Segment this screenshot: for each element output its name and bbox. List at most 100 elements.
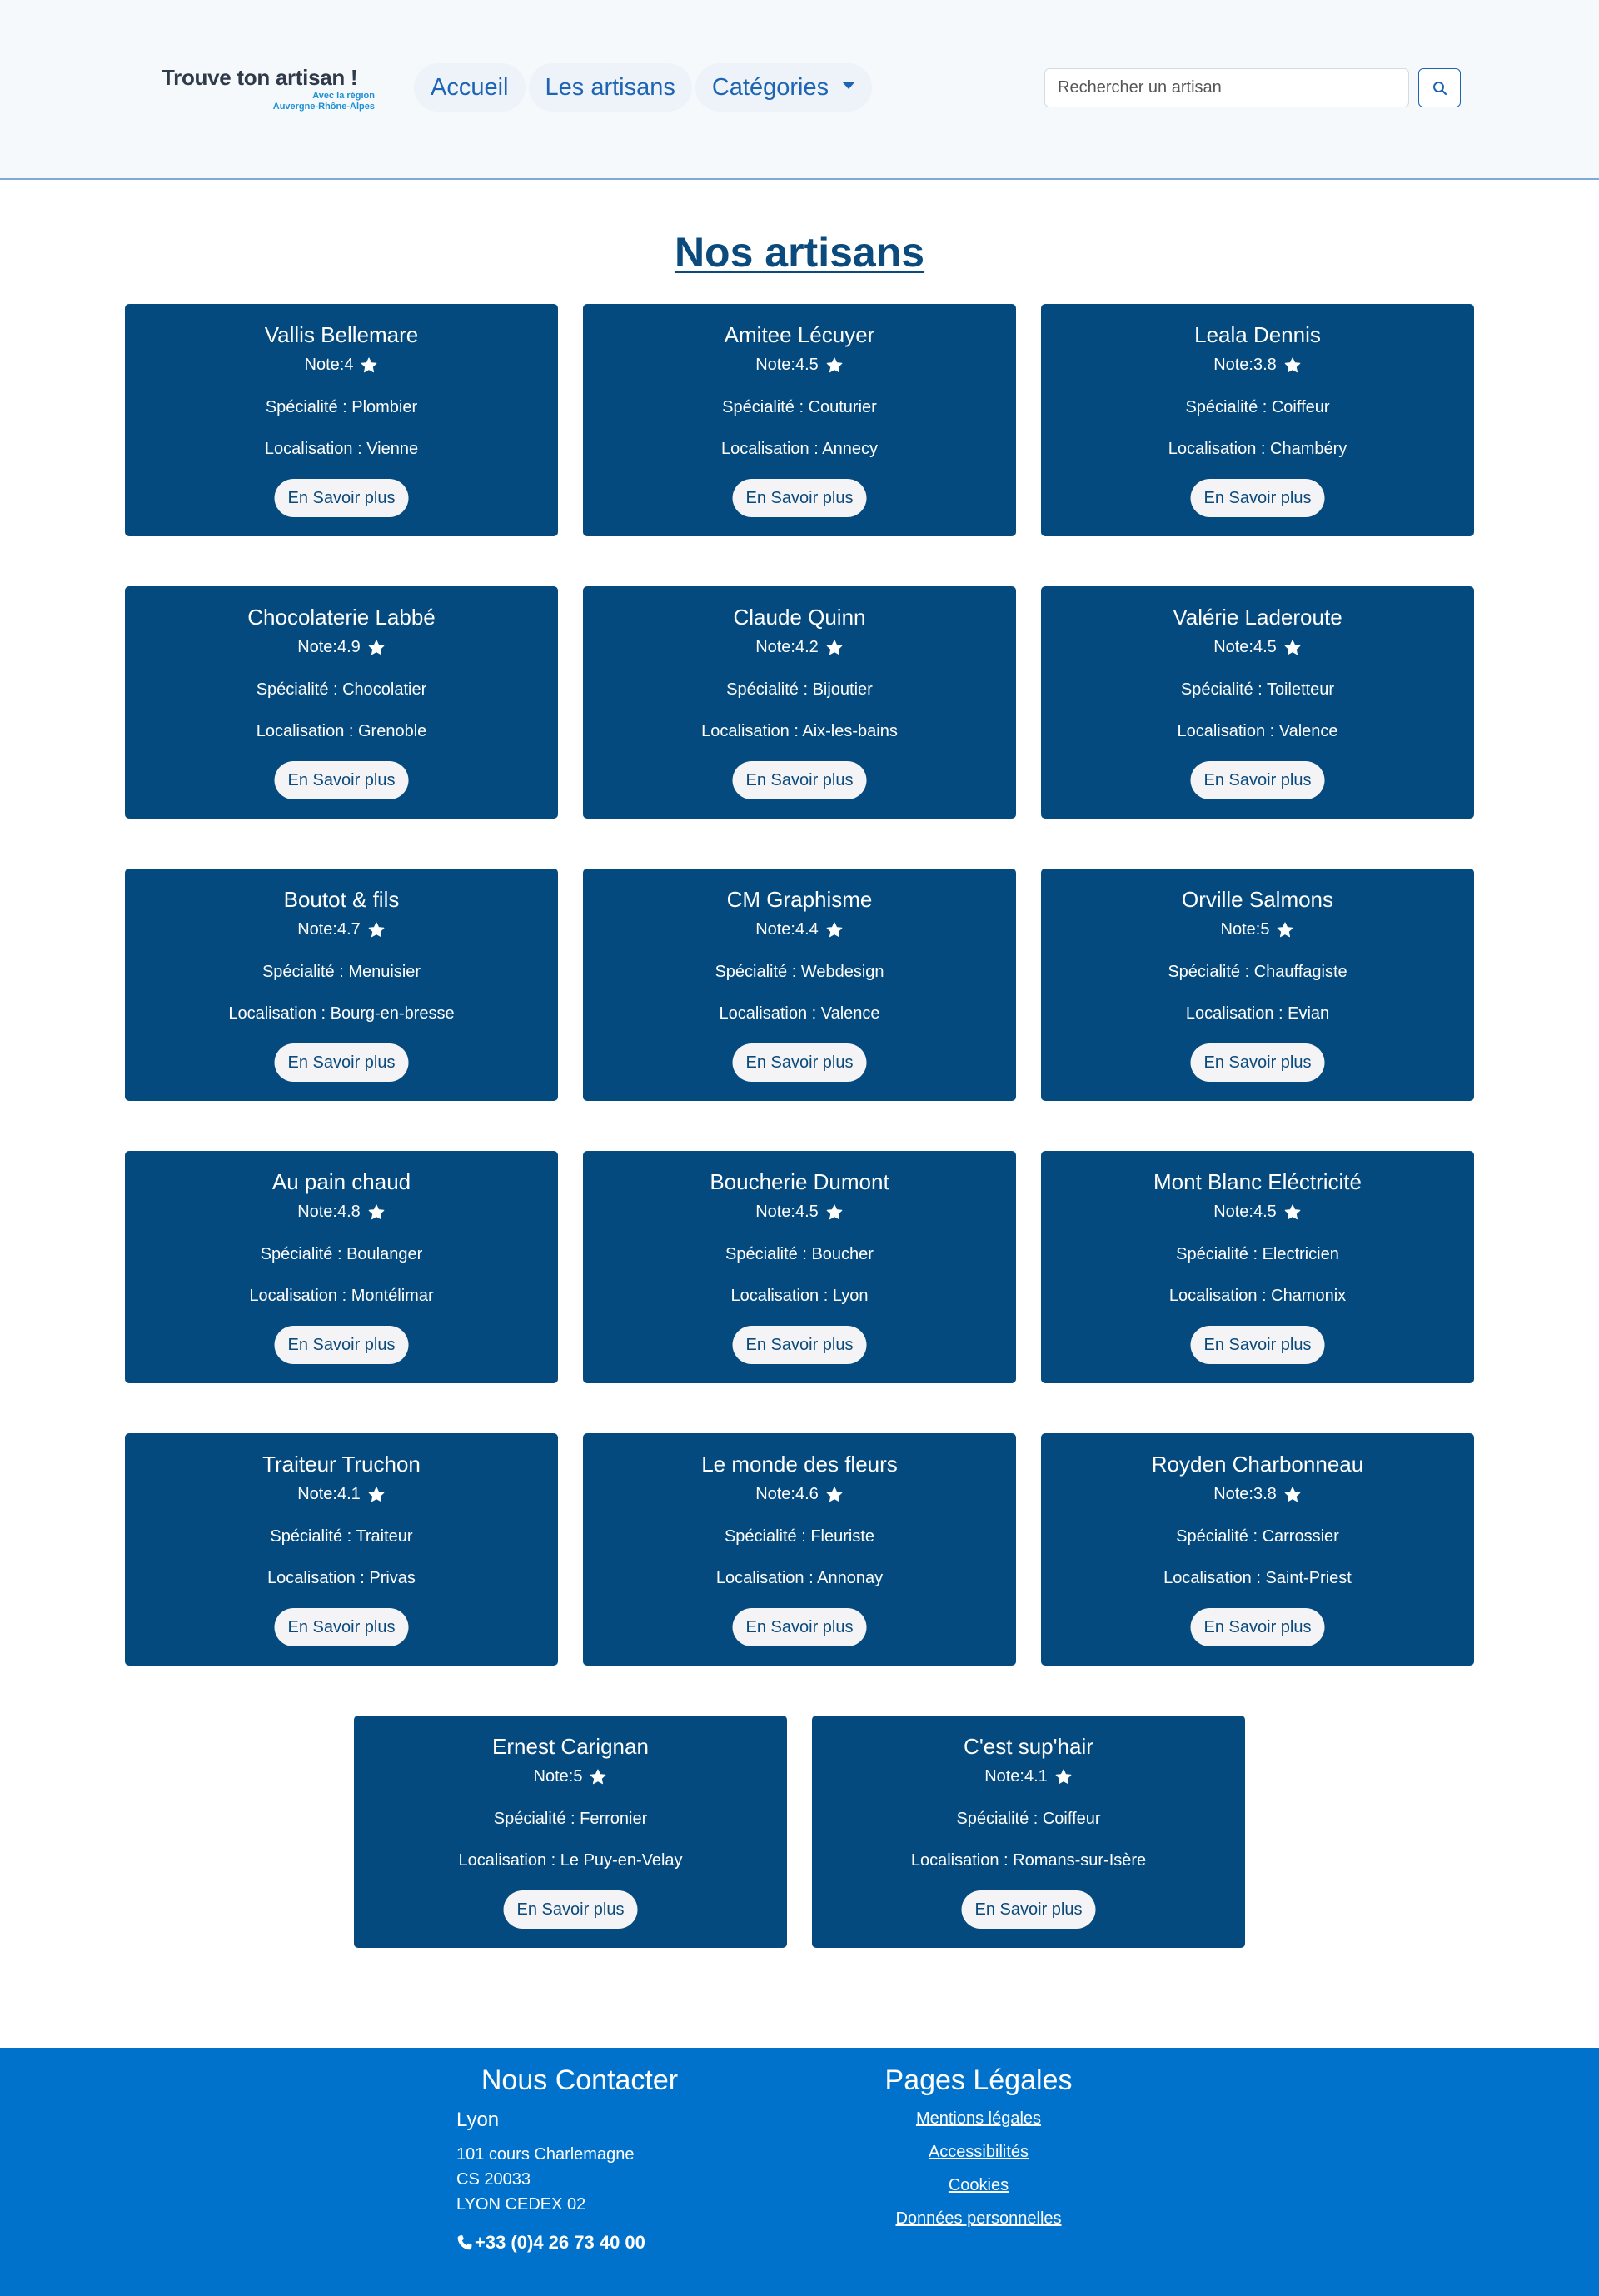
location-value: Chamonix [1271, 1287, 1347, 1305]
specialty-value: Traiteur [356, 1527, 413, 1546]
specialty-prefix: Spécialité : [265, 398, 352, 416]
site-logo[interactable]: Trouve ton artisan ! Avec la région Auve… [162, 65, 375, 112]
en-savoir-plus-button[interactable]: En Savoir plus [732, 1608, 867, 1646]
artisan-card: Chocolaterie Labbé Note: 4.9 Spécialité : … [125, 586, 558, 819]
en-savoir-plus-button[interactable]: En Savoir plus [1190, 1043, 1325, 1082]
location-value: Evian [1288, 1004, 1330, 1023]
specialty-value: Boucher [811, 1245, 874, 1263]
location-value: Valence [1278, 722, 1338, 740]
nav-accueil[interactable]: Accueil [414, 63, 526, 112]
contact-section: Nous Contacter Lyon 101 cours Charlemagn… [456, 2064, 790, 2254]
location-prefix: Localisation : [715, 1569, 818, 1587]
en-savoir-plus-button[interactable]: En Savoir plus [961, 1890, 1096, 1929]
logo-title: Trouve ton artisan ! [162, 65, 358, 90]
specialty-prefix: Spécialité : [1168, 963, 1254, 981]
search-input[interactable] [1044, 68, 1409, 107]
specialty-value: Boulanger [346, 1245, 423, 1263]
star-icon [1283, 1486, 1302, 1504]
specialty-value: Menuisier [348, 963, 421, 981]
search-button[interactable] [1418, 68, 1461, 107]
rating-prefix: Note: [297, 920, 337, 939]
en-savoir-plus-button[interactable]: En Savoir plus [732, 1326, 867, 1364]
nav-categories-dropdown[interactable]: Catégories [695, 63, 873, 112]
star-icon [367, 639, 386, 657]
star-icon [1283, 1203, 1302, 1222]
contact-phone[interactable]: +33 (0)4 26 73 40 00 [456, 2232, 790, 2254]
rating-value: 4.5 [795, 356, 819, 374]
en-savoir-plus-button[interactable]: En Savoir plus [1190, 479, 1325, 517]
star-icon [367, 1203, 386, 1222]
en-savoir-plus-button[interactable]: En Savoir plus [1190, 1326, 1325, 1364]
en-savoir-plus-button[interactable]: En Savoir plus [274, 761, 409, 799]
artisan-name: Royden Charbonneau [1151, 1452, 1364, 1477]
location-prefix: Localisation : [1177, 722, 1279, 740]
specialty-prefix: Spécialité : [493, 1810, 580, 1828]
en-savoir-plus-button[interactable]: En Savoir plus [1190, 761, 1325, 799]
rating-prefix: Note: [755, 638, 795, 656]
artisan-name: Le monde des fleurs [701, 1452, 898, 1477]
artisan-specialty: Spécialité : Chocolatier [125, 680, 558, 700]
specialty-value: Coiffeur [1271, 398, 1330, 416]
artisan-rating: Note: 3.8 [1041, 1485, 1474, 1504]
artisan-name: Chocolaterie Labbé [247, 605, 436, 630]
en-savoir-plus-button[interactable]: En Savoir plus [274, 1043, 409, 1082]
en-savoir-plus-button[interactable]: En Savoir plus [274, 1326, 409, 1364]
rating-value: 4.5 [795, 1203, 819, 1221]
specialty-value: Fleuriste [810, 1527, 875, 1546]
artisan-specialty: Spécialité : Boulanger [125, 1245, 558, 1264]
link-cookies[interactable]: Cookies [874, 2169, 1083, 2202]
en-savoir-plus-button[interactable]: En Savoir plus [732, 761, 867, 799]
artisan-card: Amitee Lécuyer Note: 4.5 Spécialité : Cout… [583, 304, 1016, 536]
artisan-specialty: Spécialité : Chauffagiste [1041, 963, 1474, 982]
rating-value: 4.8 [337, 1203, 361, 1221]
artisan-name: Amitee Lécuyer [724, 322, 875, 347]
specialty-prefix: Spécialité : [1180, 680, 1267, 699]
star-icon [360, 356, 378, 375]
en-savoir-plus-button[interactable]: En Savoir plus [274, 479, 409, 517]
rating-value: 4.2 [795, 638, 819, 656]
artisan-card: Claude Quinn Note: 4.2 Spécialité : Bijout… [583, 586, 1016, 819]
phone-icon [457, 2235, 472, 2250]
location-value: Grenoble [358, 722, 427, 740]
artisan-specialty: Spécialité : Menuisier [125, 963, 558, 982]
artisan-location: Localisation : Saint-Priest [1041, 1569, 1474, 1588]
location-value: Montélimar [351, 1287, 434, 1305]
site-footer: Nous Contacter Lyon 101 cours Charlemagn… [0, 2048, 1599, 2296]
en-savoir-plus-button[interactable]: En Savoir plus [274, 1608, 409, 1646]
artisan-location: Localisation : Privas [125, 1569, 558, 1588]
en-savoir-plus-button[interactable]: En Savoir plus [732, 1043, 867, 1082]
artisan-specialty: Spécialité : Traiteur [125, 1527, 558, 1546]
specialty-value: Carrossier [1262, 1527, 1339, 1546]
artisan-specialty: Spécialité : Boucher [583, 1245, 1016, 1264]
nav-les-artisans[interactable]: Les artisans [528, 63, 692, 112]
address-line: CS 20033 [456, 2170, 531, 2189]
artisan-card: Boutot & fils Note: 4.7 Spécialité : Menui… [125, 869, 558, 1101]
artisan-card: Le monde des fleurs Note: 4.6 Spécialité :… [583, 1433, 1016, 1666]
rating-value: 4.6 [795, 1485, 819, 1503]
artisan-rating: Note: 4.5 [1041, 1203, 1474, 1222]
location-prefix: Localisation : [701, 722, 803, 740]
artisan-location: Localisation : Aix-les-bains [583, 722, 1016, 741]
rating-value: 4.4 [795, 920, 819, 939]
en-savoir-plus-button[interactable]: En Savoir plus [1190, 1608, 1325, 1646]
location-prefix: Localisation : [267, 1569, 370, 1587]
artisan-name: Boucherie Dumont [710, 1169, 889, 1194]
specialty-value: Couturier [808, 398, 877, 416]
artisan-card: C'est sup'hair Note: 4.1 Spécialité : Coif… [812, 1716, 1245, 1948]
artisan-location: Localisation : Annonay [583, 1569, 1016, 1588]
specialty-prefix: Spécialité : [715, 963, 801, 981]
location-value: Privas [369, 1569, 416, 1587]
en-savoir-plus-button[interactable]: En Savoir plus [503, 1890, 638, 1929]
star-icon [1276, 921, 1294, 939]
location-value: Valence [820, 1004, 880, 1023]
star-icon [825, 1486, 844, 1504]
artisan-location: Localisation : Lyon [583, 1287, 1016, 1306]
star-icon [1283, 639, 1302, 657]
link-accessibilites[interactable]: Accessibilités [874, 2135, 1083, 2169]
artisan-card: Leala Dennis Note: 3.8 Spécialité : Coiffe… [1041, 304, 1474, 536]
en-savoir-plus-button[interactable]: En Savoir plus [732, 479, 867, 517]
link-donnees-personnelles[interactable]: Données personnelles [874, 2202, 1083, 2235]
artisan-specialty: Spécialité : Bijoutier [583, 680, 1016, 700]
link-mentions-legales[interactable]: Mentions légales [874, 2102, 1083, 2135]
artisan-rating: Note: 5 [354, 1767, 787, 1786]
